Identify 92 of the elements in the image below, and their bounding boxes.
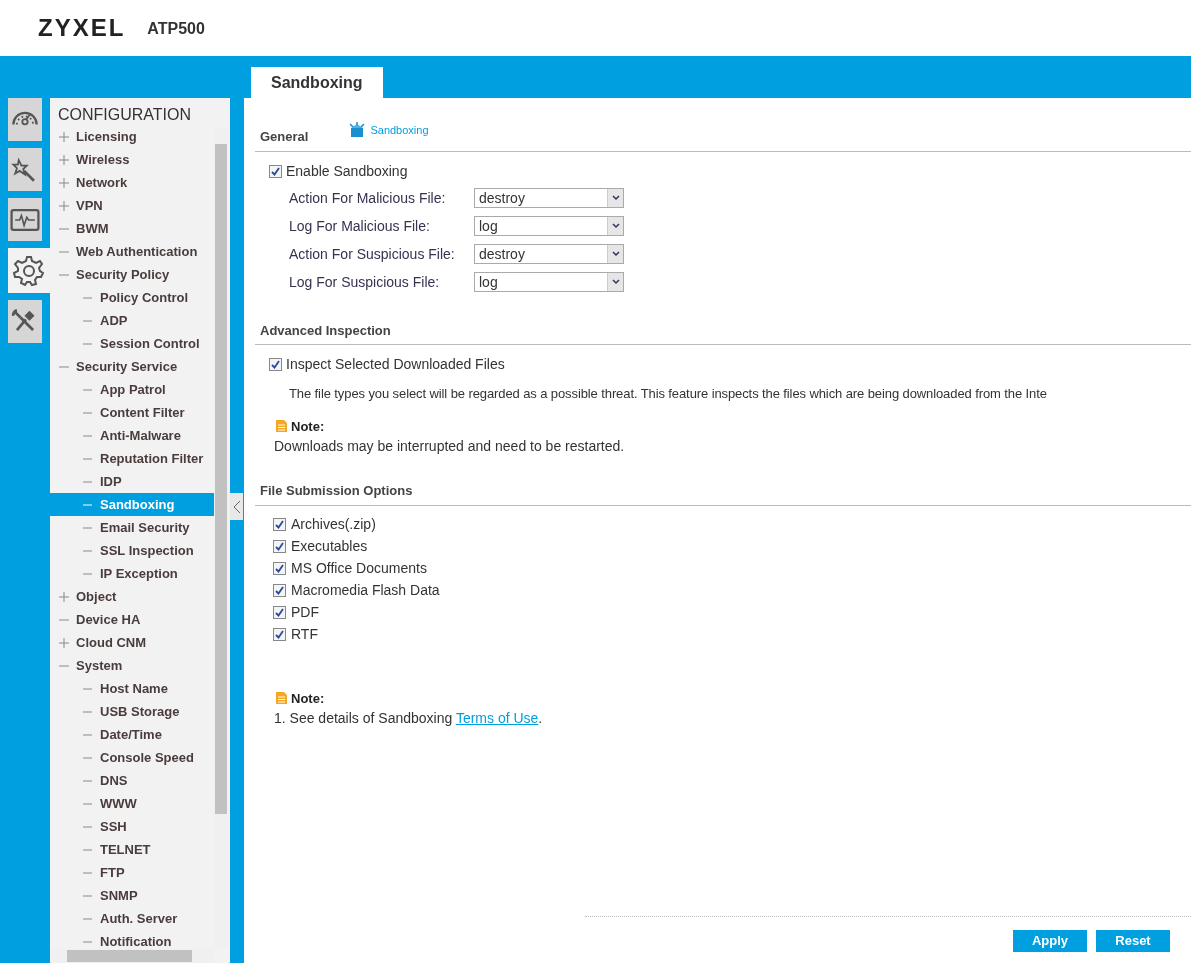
nav-item[interactable]: Reputation Filter: [50, 447, 214, 470]
maintenance-tab[interactable]: [8, 300, 42, 343]
checkbox-label: Macromedia Flash Data: [291, 580, 440, 600]
note-text: 1. See details of Sandboxing Terms of Use.: [274, 709, 544, 728]
dropdown[interactable]: log: [474, 216, 624, 236]
nav-item[interactable]: Content Filter: [50, 401, 214, 424]
dropdown[interactable]: log: [474, 272, 624, 292]
checkbox-label: Executables: [291, 536, 368, 556]
checkbox[interactable]: [273, 517, 286, 531]
model-name: ATP500: [147, 19, 205, 39]
nav-item[interactable]: Policy Control: [50, 286, 214, 309]
configuration-tab[interactable]: [8, 248, 50, 293]
nav-item[interactable]: Anti-Malware: [50, 424, 214, 447]
checkbox-label: PDF: [291, 602, 319, 622]
nav-item[interactable]: Licensing: [50, 125, 214, 148]
note-text: Downloads may be interrupted and need to be restarted.: [274, 437, 626, 456]
checkbox[interactable]: [269, 164, 282, 178]
nav-item[interactable]: Network: [50, 171, 214, 194]
checkbox[interactable]: [273, 561, 286, 575]
field-label: Action For Malicious File:: [289, 188, 447, 208]
checkbox-label: RTF: [291, 624, 318, 644]
nav-item[interactable]: ADP: [50, 309, 214, 332]
caret-icon: [611, 223, 620, 229]
nav-item[interactable]: IP Exception: [50, 562, 214, 585]
nav-item[interactable]: Cloud CNM: [50, 631, 214, 654]
checkbox-label: Inspect Selected Downloaded Files: [286, 355, 505, 374]
caret-icon: [611, 279, 620, 285]
nav-item[interactable]: Date/Time: [50, 723, 214, 746]
plus-icon: [58, 177, 70, 188]
nav-item[interactable]: Email Security: [50, 516, 214, 539]
nav-item[interactable]: Wireless: [50, 148, 214, 171]
dropdown[interactable]: destroy: [474, 244, 624, 264]
description-text: The file types you select will be regarded as a possible threat. This feature inspects the files which are being downloaded from the Inte: [289, 385, 1048, 403]
chevron-left-icon: [232, 499, 241, 514]
field-label: Action For Suspicious File:: [289, 244, 456, 264]
nav-item[interactable]: USB Storage: [50, 700, 214, 723]
nav-item[interactable]: FTP: [50, 861, 214, 884]
nav-item[interactable]: Security Service: [50, 355, 214, 378]
nav-item[interactable]: SSH: [50, 815, 214, 838]
nav-item[interactable]: Security Policy: [50, 263, 214, 286]
nav-title: CONFIGURATION: [57, 105, 193, 125]
nav-item[interactable]: Notification: [50, 930, 214, 953]
nav-item[interactable]: Web Authentication: [50, 240, 214, 263]
nav-item[interactable]: Session Control: [50, 332, 214, 355]
dropdown[interactable]: destroy: [474, 188, 624, 208]
field-label: Log For Malicious File:: [289, 216, 431, 236]
nav-item[interactable]: Auth. Server: [50, 907, 214, 930]
checkbox-label: MS Office Documents: [291, 558, 427, 578]
nav-item[interactable]: TELNET: [50, 838, 214, 861]
nav-item[interactable]: Object: [50, 585, 214, 608]
nav-item[interactable]: Host Name: [50, 677, 214, 700]
field-label: Log For Suspicious File:: [289, 272, 441, 292]
plus-icon: [58, 200, 70, 211]
nav-item[interactable]: Device HA: [50, 608, 214, 631]
nav-item[interactable]: WWW: [50, 792, 214, 815]
nav-item[interactable]: IDP: [50, 470, 214, 493]
checkbox[interactable]: [273, 539, 286, 553]
brand-logo: ZYXEL: [38, 13, 126, 43]
section-title: General: [260, 128, 309, 146]
section-title: File Submission Options: [260, 482, 413, 500]
caret-icon: [611, 195, 620, 201]
checkbox[interactable]: [273, 627, 286, 641]
checkbox[interactable]: [269, 358, 282, 371]
wizard-tab[interactable]: [8, 148, 42, 191]
monitor-tab[interactable]: [8, 198, 42, 241]
tab[interactable]: Sandboxing: [251, 67, 383, 98]
checkbox[interactable]: [273, 583, 286, 597]
nav-item[interactable]: DNS: [50, 769, 214, 792]
plus-icon: [58, 591, 70, 602]
nav-item[interactable]: System: [50, 654, 214, 677]
section-title: Advanced Inspection: [260, 321, 391, 340]
nav-item[interactable]: SSL Inspection: [50, 539, 214, 562]
note-icon: [274, 419, 288, 434]
nav-item[interactable]: SNMP: [50, 884, 214, 907]
nav-item[interactable]: BWM: [50, 217, 214, 240]
checkbox-label: Enable Sandboxing: [286, 161, 408, 181]
collapse-handle[interactable]: [230, 493, 243, 520]
note-icon: [274, 691, 288, 706]
plus-icon: [58, 131, 70, 142]
checkbox-label: Archives(.zip): [291, 514, 376, 534]
checkbox[interactable]: [273, 605, 286, 619]
plus-icon: [58, 637, 70, 648]
dashboard-tab[interactable]: [8, 98, 42, 141]
plus-icon: [58, 154, 70, 165]
nav-item[interactable]: Console Speed: [50, 746, 214, 769]
note-title: Note:: [291, 689, 325, 708]
note-title: Note:: [291, 417, 325, 436]
nav-item[interactable]: App Patrol: [50, 378, 214, 401]
scrollbar-thumb[interactable]: [215, 144, 227, 814]
caret-icon: [611, 251, 620, 257]
scrollbar-thumb[interactable]: [67, 950, 192, 962]
nav-item[interactable]: VPN: [50, 194, 214, 217]
